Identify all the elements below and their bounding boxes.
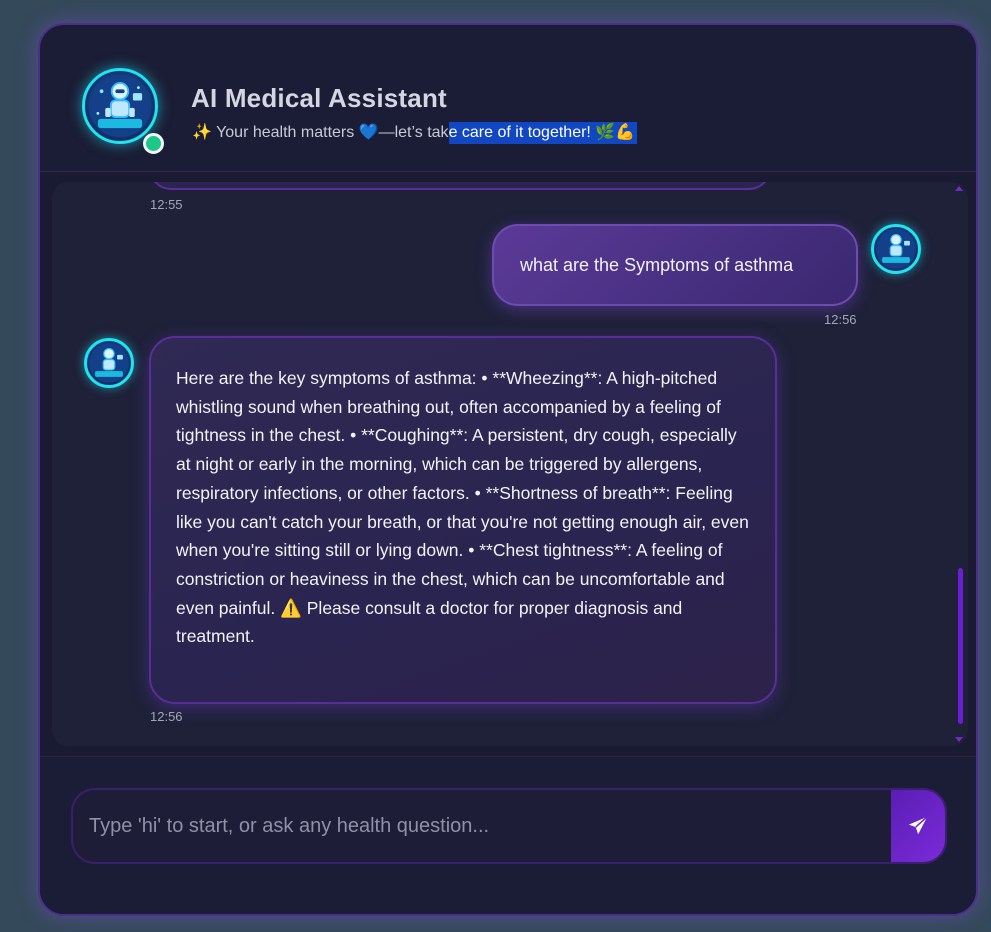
bot-message-bubble: Here are the key symptoms of asthma: • *… — [149, 336, 777, 704]
header-subtitle: ✨ Your health matters 💙—let’s take care … — [192, 122, 638, 144]
paper-plane-icon — [908, 816, 928, 835]
chat-header: AI Medical Assistant ✨ Your health matte… — [40, 25, 976, 172]
user-message-bubble: what are the Symptoms of asthma — [492, 224, 858, 306]
assistant-avatar-icon — [84, 338, 134, 388]
user-message-text: what are the Symptoms of asthma — [520, 254, 794, 275]
scroll-down-arrow-icon[interactable] — [955, 737, 963, 742]
message-input[interactable] — [73, 790, 893, 862]
message-timestamp: 12:56 — [150, 709, 183, 724]
subtitle-text: ✨ Your health matters 💙—let’s tak — [192, 124, 449, 141]
bot-message-text: Here are the key symptoms of asthma: • *… — [176, 368, 749, 647]
scrollbar-thumb[interactable] — [958, 568, 963, 724]
scrollbar[interactable] — [955, 186, 963, 742]
user-avatar-icon — [871, 224, 921, 274]
chat-window: AI Medical Assistant ✨ Your health matte… — [38, 23, 978, 916]
previous-bot-message-bubble — [149, 182, 771, 190]
message-list[interactable]: 12:55 what are the Symptoms of asthma 12… — [52, 182, 968, 746]
message-input-wrapper — [71, 788, 947, 864]
assistant-avatar-icon — [82, 68, 158, 144]
online-status-dot — [143, 133, 164, 154]
send-button[interactable] — [891, 790, 945, 862]
page-title: AI Medical Assistant — [191, 83, 447, 113]
message-timestamp: 12:56 — [824, 312, 857, 327]
message-composer — [40, 756, 976, 914]
message-timestamp: 12:55 — [150, 197, 183, 212]
scroll-up-arrow-icon[interactable] — [955, 186, 963, 191]
subtitle-selected-text: e care of it together! 🌿💪 — [448, 122, 638, 144]
